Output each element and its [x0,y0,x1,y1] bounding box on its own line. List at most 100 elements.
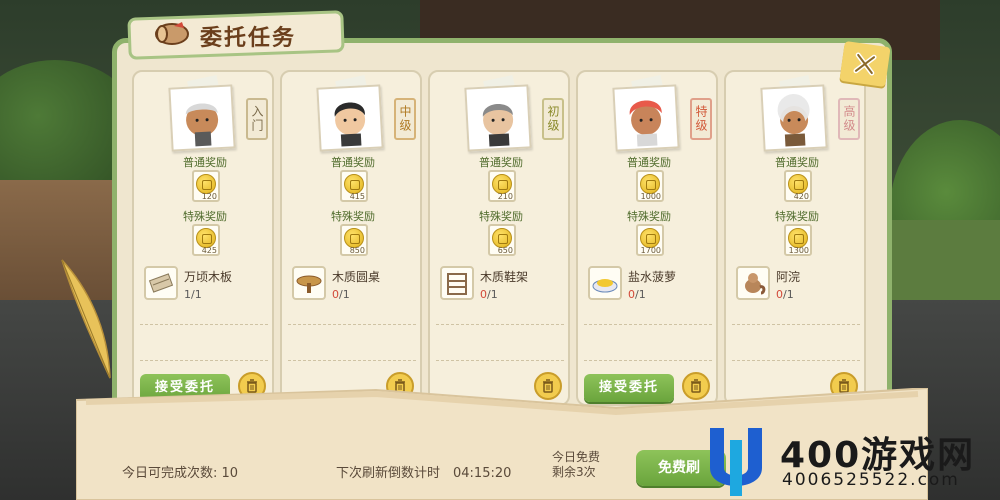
item-need-count: /1 [635,288,646,301]
coin-icon [344,174,364,194]
commission-card: 入门 普通奖励 120 特殊奖励 425 万顷木板 1/1 接受委托 [132,70,274,406]
special-reward-slot[interactable]: 650 [488,224,516,256]
normal-reward-value: 120 [201,192,217,201]
npc-avatar-icon [334,102,366,147]
scroll-icon [152,18,192,50]
normal-reward-slot[interactable]: 415 [340,170,368,202]
npc-avatar-icon [185,103,219,147]
required-item-slot[interactable] [144,266,178,300]
required-item-name: 阿浣 [776,270,801,284]
normal-reward-slot[interactable]: 1000 [636,170,664,202]
divider [288,324,416,325]
rank-badge: 高级 [838,98,860,140]
item-have-count: 0 [776,288,783,301]
commission-card: 特级 普通奖励 1000 特殊奖励 1700 盐水菠萝 0/1 接受委托 [576,70,718,406]
npc-avatar-icon [482,104,514,147]
raccoon-icon [745,273,766,295]
coin-icon [788,228,808,248]
normal-reward-value: 210 [497,192,513,201]
shoe-rack-icon [447,273,467,295]
rank-badge: 中级 [394,98,416,140]
special-reward-value: 850 [349,246,365,255]
divider [140,324,268,325]
special-reward-label: 特殊奖励 [183,210,227,223]
divider [732,324,860,325]
site-watermark: 400游戏网 4006525522.com [706,420,1000,500]
divider [288,360,416,361]
watermark-phone: 4006525522.com [782,470,960,490]
commission-card: 高级 普通奖励 420 特殊奖励 1300 阿浣 0/1 [724,70,866,406]
special-reward-label: 特殊奖励 [627,210,671,223]
commission-cards: 入门 普通奖励 120 特殊奖励 425 万顷木板 1/1 接受委托 中级 普通… [132,70,882,406]
free-refresh-remaining: 今日免费 剩余3次 [552,450,632,480]
rank-badge: 特级 [690,98,712,140]
watermark-logo-icon [710,428,762,496]
special-reward-slot[interactable]: 425 [192,224,220,256]
required-item-slot[interactable] [440,266,474,300]
commission-card: 中级 普通奖励 415 特殊奖励 850 木质圆桌 0/1 [280,70,422,406]
special-reward-label: 特殊奖励 [479,210,523,223]
normal-reward-slot[interactable]: 120 [192,170,220,202]
divider [140,360,268,361]
npc-avatar-icon [629,100,662,147]
special-reward-value: 425 [201,246,217,255]
normal-reward-label: 普通奖励 [331,156,375,169]
free-line-1: 今日免费 [552,450,601,464]
special-reward-slot[interactable]: 1700 [636,224,664,256]
special-reward-value: 1300 [788,246,809,255]
pineapple-plate-icon [592,279,618,293]
required-item-progress: 0/1 [332,288,350,301]
close-button[interactable] [839,40,891,88]
divider [584,324,712,325]
npc-avatar-icon [777,94,810,147]
daily-count-label: 今日可完成次数: 10 [122,466,239,481]
item-have-count: 0 [628,288,635,301]
normal-reward-label: 普通奖励 [479,156,523,169]
divider [732,360,860,361]
required-item-name: 木质鞋架 [480,270,529,284]
normal-reward-slot[interactable]: 420 [784,170,812,202]
special-reward-value: 650 [497,246,513,255]
item-need-count: /1 [339,288,350,301]
coin-icon [640,174,660,194]
item-have-count: 0 [332,288,339,301]
special-reward-label: 特殊奖励 [331,210,375,223]
item-need-count: /1 [487,288,498,301]
close-icon [853,52,877,76]
coin-icon [640,228,660,248]
required-item-progress: 1/1 [184,288,202,301]
required-item-slot[interactable] [736,266,770,300]
required-item-slot[interactable] [292,266,326,300]
divider [436,324,564,325]
npc-portrait [612,84,680,152]
required-item-name: 万顷木板 [184,270,233,284]
normal-reward-slot[interactable]: 210 [488,170,516,202]
required-item-name: 盐水菠萝 [628,270,677,284]
rank-badge: 初级 [542,98,564,140]
coin-icon [492,174,512,194]
special-reward-slot[interactable]: 1300 [784,224,812,256]
required-item-slot[interactable] [588,266,622,300]
free-line-2: 剩余3次 [552,465,596,479]
item-need-count: /1 [191,288,202,301]
commission-card: 初级 普通奖励 210 特殊奖励 650 木质鞋架 0/1 [428,70,570,406]
item-have-count: 1 [184,288,191,301]
normal-reward-label: 普通奖励 [183,156,227,169]
coin-icon [344,228,364,248]
divider [436,360,564,361]
npc-portrait [464,84,532,152]
coin-icon [492,228,512,248]
coin-icon [196,174,216,194]
npc-portrait [316,84,384,152]
item-have-count: 0 [480,288,487,301]
required-item-progress: 0/1 [480,288,498,301]
page-title: 委托任务 [200,26,297,51]
round-table-icon [296,275,322,293]
divider [584,360,712,361]
wooden-plank-icon [148,273,174,293]
normal-reward-label: 普通奖励 [775,156,819,169]
special-reward-slot[interactable]: 850 [340,224,368,256]
rank-badge: 入门 [246,98,268,140]
normal-reward-label: 普通奖励 [627,156,671,169]
normal-reward-value: 1000 [640,192,661,201]
